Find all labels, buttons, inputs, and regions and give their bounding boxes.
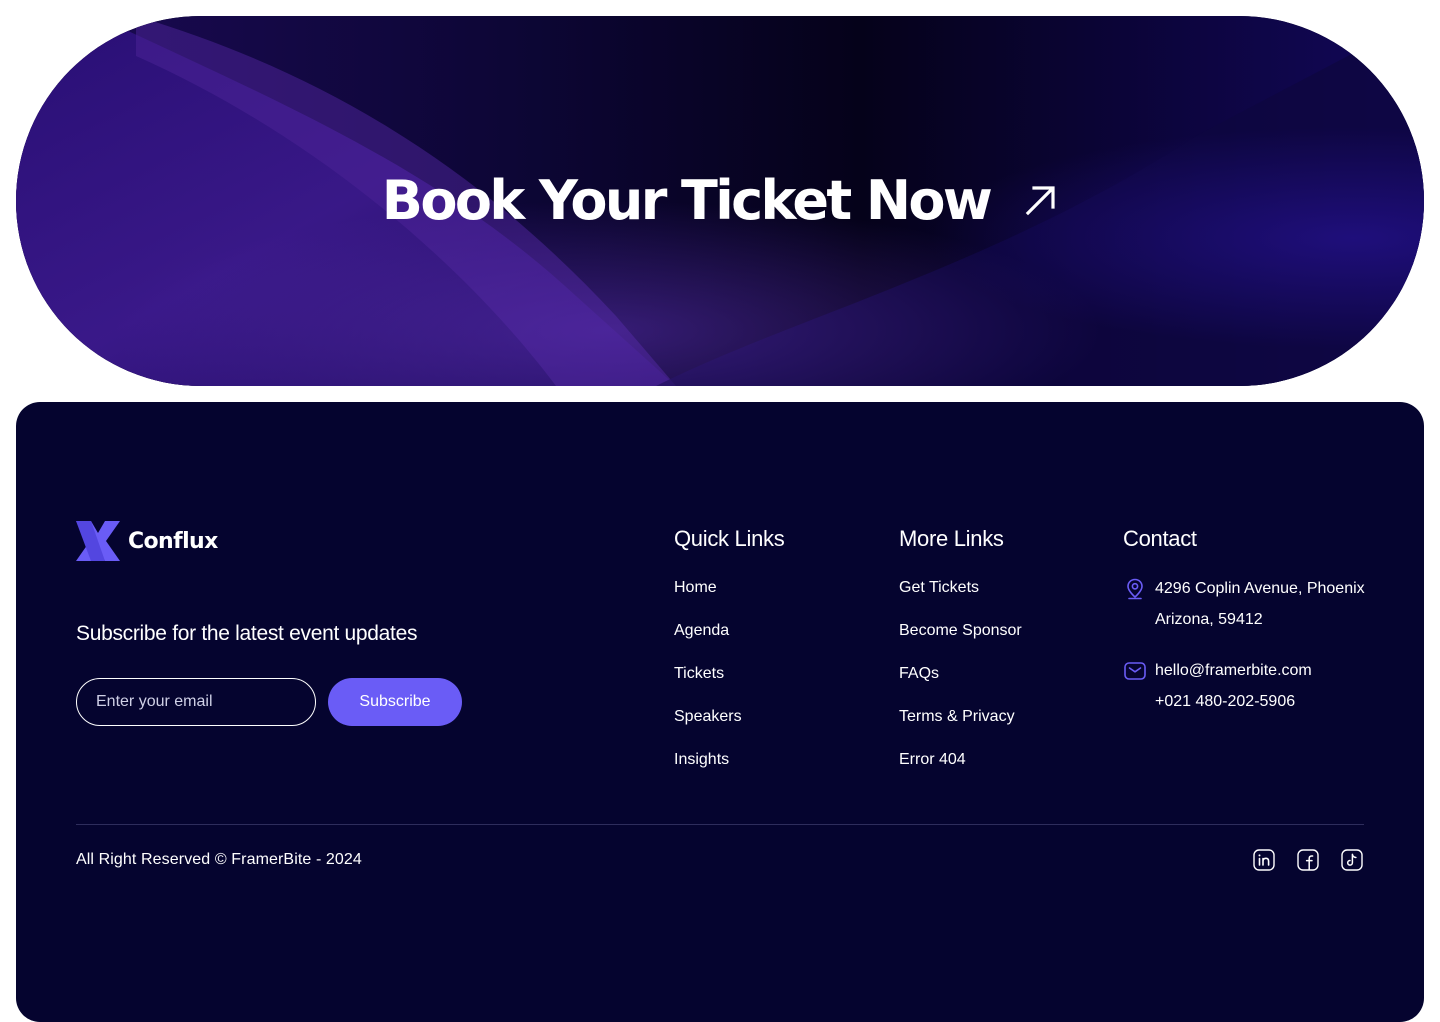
contact-phone[interactable]: +021 480-202-5906: [1155, 686, 1312, 717]
brand-logo[interactable]: Conflux: [76, 521, 218, 561]
arrow-up-right-icon: [1025, 186, 1055, 216]
link-become-sponsor[interactable]: Become Sponsor: [899, 622, 1022, 639]
subscribe-button[interactable]: Subscribe: [328, 678, 462, 726]
link-tickets[interactable]: Tickets: [674, 665, 724, 682]
tiktok-icon[interactable]: [1340, 848, 1364, 872]
banner-title: Book Your Ticket Now: [381, 168, 993, 232]
facebook-icon[interactable]: [1296, 848, 1320, 872]
address-line-1: 4296 Coplin Avenue, Phoenix: [1155, 580, 1365, 597]
contact-heading: Contact: [1123, 526, 1197, 551]
address-line-2: Arizona, 59412: [1155, 611, 1263, 628]
x-logo-icon: [76, 521, 120, 561]
link-insights[interactable]: Insights: [674, 751, 729, 768]
email-input[interactable]: [76, 678, 316, 726]
more-links-list: Get Tickets Become Sponsor FAQs Terms & …: [899, 578, 1022, 793]
brand-name: Conflux: [128, 528, 218, 554]
link-get-tickets[interactable]: Get Tickets: [899, 579, 979, 596]
link-speakers[interactable]: Speakers: [674, 708, 742, 725]
mail-icon: [1124, 662, 1146, 680]
link-home[interactable]: Home: [674, 579, 717, 596]
map-pin-icon: [1127, 578, 1143, 600]
link-agenda[interactable]: Agenda: [674, 622, 729, 639]
quick-links-list: Home Agenda Tickets Speakers Insights: [674, 578, 784, 793]
contact-address: 4296 Coplin Avenue, Phoenix Arizona, 594…: [1123, 577, 1365, 635]
link-faqs[interactable]: FAQs: [899, 665, 939, 682]
copyright-text: All Right Reserved © FramerBite - 2024: [76, 851, 362, 868]
link-error-404[interactable]: Error 404: [899, 751, 966, 768]
contact-email[interactable]: hello@framerbite.com: [1155, 655, 1312, 686]
book-ticket-banner[interactable]: Book Your Ticket Now: [16, 16, 1424, 386]
contact-email-phone: hello@framerbite.com +021 480-202-5906: [1123, 659, 1312, 717]
more-links-heading: More Links: [899, 526, 1004, 551]
subscribe-heading: Subscribe for the latest event updates: [76, 622, 418, 645]
link-terms-privacy[interactable]: Terms & Privacy: [899, 708, 1015, 725]
site-footer: Conflux Subscribe for the latest event u…: [16, 402, 1424, 1022]
more-links-column: More Links Get Tickets Become Sponsor FA…: [899, 525, 1022, 793]
linkedin-icon[interactable]: [1252, 848, 1276, 872]
quick-links-heading: Quick Links: [674, 526, 785, 551]
footer-divider: [76, 824, 1364, 825]
quick-links-column: Quick Links Home Agenda Tickets Speakers…: [674, 525, 785, 793]
social-links: [1232, 848, 1364, 872]
contact-column: Contact 4296 Coplin Avenue, Phoenix Ariz…: [1123, 525, 1365, 710]
